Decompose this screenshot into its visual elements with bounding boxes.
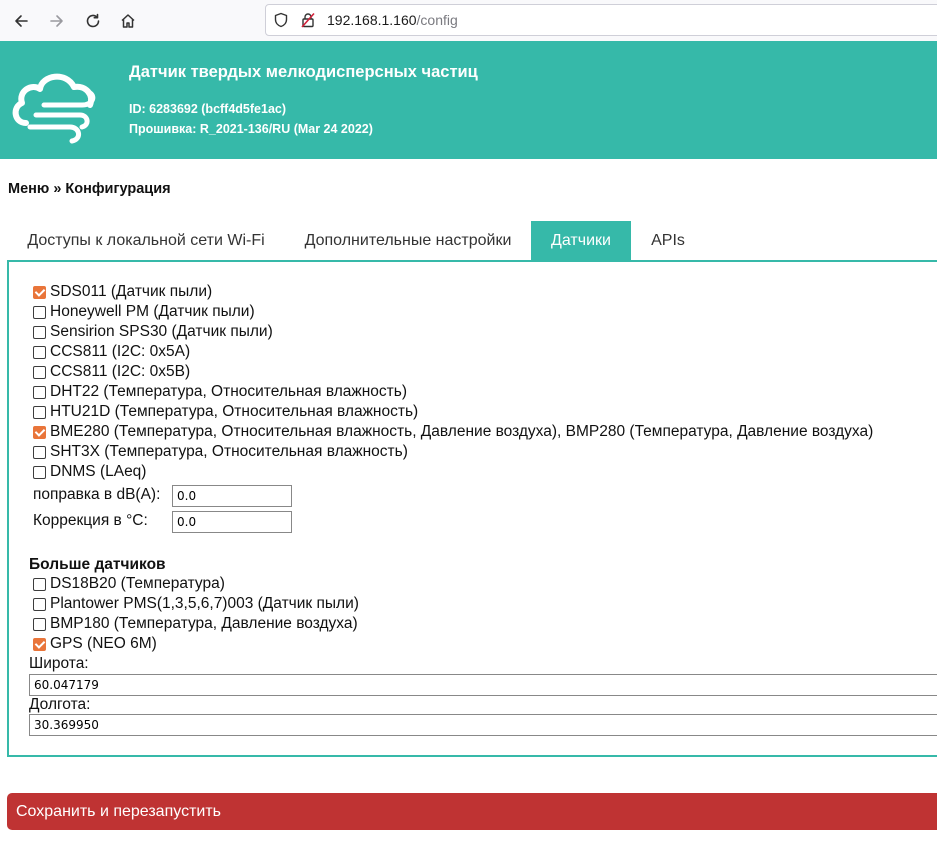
checkbox[interactable]: [33, 425, 46, 439]
longitude-label: Долгота:: [29, 696, 91, 713]
checkbox[interactable]: [33, 325, 46, 339]
cloud-wind-logo-icon: [12, 73, 96, 144]
address-bar[interactable]: 192.168.1.160/config: [265, 4, 937, 36]
sensor-label: SHT3X (Температура, Относительная влажно…: [50, 443, 408, 460]
sensor-label: Sensirion SPS30 (Датчик пыли): [50, 323, 273, 340]
tab-sensors[interactable]: Датчики: [531, 221, 631, 261]
sensor-plantower[interactable]: Plantower PMS(1,3,5,6,7)003 (Датчик пыли…: [33, 594, 359, 614]
checkbox[interactable]: [33, 305, 46, 319]
sensor-sps30[interactable]: Sensirion SPS30 (Датчик пыли): [33, 322, 273, 342]
sensor-bme280[interactable]: BME280 (Температура, Относительная влажн…: [33, 422, 873, 442]
checkbox[interactable]: [33, 465, 46, 479]
sensor-sht3x[interactable]: SHT3X (Температура, Относительная влажно…: [33, 442, 408, 462]
sensor-label: DHT22 (Температура, Относительная влажно…: [50, 383, 408, 400]
url-host: 192.168.1.160: [327, 12, 417, 28]
checkbox[interactable]: [33, 365, 46, 379]
checkbox[interactable]: [33, 385, 46, 399]
sensor-sds011[interactable]: SDS011 (Датчик пыли): [33, 282, 212, 302]
tab-wifi[interactable]: Доступы к локальной сети Wi-Fi: [14, 221, 278, 261]
checkbox[interactable]: [33, 637, 46, 651]
url-path: /config: [416, 12, 458, 28]
checkbox[interactable]: [33, 577, 46, 591]
sensor-bmp180[interactable]: BMP180 (Температура, Давление воздуха): [33, 614, 358, 634]
breadcrumb: Меню » Конфигурация: [8, 181, 171, 197]
tab-more-settings[interactable]: Дополнительные настройки: [291, 221, 525, 261]
sensor-label: SDS011 (Датчик пыли): [50, 283, 213, 300]
sensor-label: CCS811 (I2C: 0x5A): [50, 343, 191, 360]
reload-icon[interactable]: [79, 7, 107, 35]
sensor-label: DNMS (LAeq): [50, 463, 147, 480]
temp-correction-input[interactable]: [172, 511, 292, 533]
sensor-dnms[interactable]: DNMS (LAeq): [33, 462, 146, 482]
checkbox[interactable]: [33, 617, 46, 631]
sensor-label: Honeywell PM (Датчик пыли): [50, 303, 255, 320]
longitude-input[interactable]: [29, 714, 937, 736]
dba-correction-label: поправка в dB(A):: [33, 486, 161, 503]
page-title: Датчик твердых мелкодисперсных частиц: [129, 63, 478, 81]
device-id: ID: 6283692 (bcff4d5fe1ac): [129, 102, 287, 116]
sensor-label: CCS811 (I2C: 0x5B): [50, 363, 191, 380]
latitude-label: Широта:: [29, 655, 89, 672]
sensor-ds18b20[interactable]: DS18B20 (Температура): [33, 574, 225, 594]
insecure-lock-icon[interactable]: [300, 12, 316, 28]
checkbox[interactable]: [33, 405, 46, 419]
header-banner: Датчик твердых мелкодисперсных частиц ID…: [0, 41, 937, 159]
sensor-gps[interactable]: GPS (NEO 6M): [33, 634, 157, 654]
shield-icon[interactable]: [273, 12, 289, 28]
temp-correction-label: Коррекция в °C:: [33, 512, 148, 529]
url-text[interactable]: 192.168.1.160/config: [327, 12, 458, 28]
dba-correction-input[interactable]: [172, 485, 292, 507]
checkbox[interactable]: [33, 597, 46, 611]
checkbox[interactable]: [33, 445, 46, 459]
more-sensors-title: Больше датчиков: [29, 556, 166, 573]
sensor-label: GPS (NEO 6M): [50, 635, 157, 652]
sensor-ccs811-5a[interactable]: CCS811 (I2C: 0x5A): [33, 342, 190, 362]
checkbox[interactable]: [33, 285, 46, 299]
sensor-label: BMP180 (Температура, Давление воздуха): [50, 615, 358, 632]
save-restart-button[interactable]: Сохранить и перезапустить: [7, 793, 937, 830]
sensor-label: DS18B20 (Температура): [50, 575, 225, 592]
sensor-label: HTU21D (Температура, Относительная влажн…: [50, 403, 419, 420]
home-icon[interactable]: [114, 7, 142, 35]
sensor-label: BME280 (Температура, Относительная влажн…: [50, 423, 874, 440]
sensor-htu21d[interactable]: HTU21D (Температура, Относительная влажн…: [33, 402, 418, 422]
forward-icon[interactable]: [43, 7, 71, 35]
sensor-honeywell[interactable]: Honeywell PM (Датчик пыли): [33, 302, 255, 322]
sensor-dht22[interactable]: DHT22 (Температура, Относительная влажно…: [33, 382, 407, 402]
sensor-ccs811-5b[interactable]: CCS811 (I2C: 0x5B): [33, 362, 190, 382]
firmware-version: Прошивка: R_2021-136/RU (Mar 24 2022): [129, 122, 373, 136]
sensor-label: Plantower PMS(1,3,5,6,7)003 (Датчик пыли…: [50, 595, 359, 612]
back-icon[interactable]: [7, 7, 35, 35]
tab-apis[interactable]: APIs: [639, 221, 697, 261]
checkbox[interactable]: [33, 345, 46, 359]
browser-toolbar: 192.168.1.160/config: [0, 0, 937, 42]
latitude-input[interactable]: [29, 674, 937, 696]
